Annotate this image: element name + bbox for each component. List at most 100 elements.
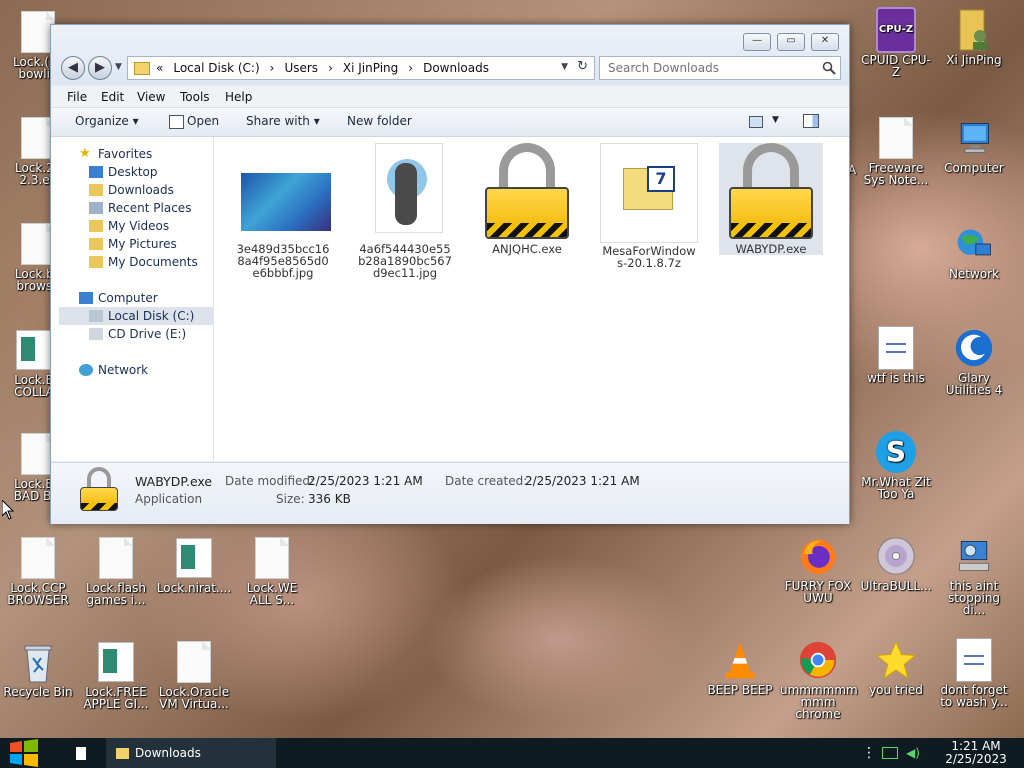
menu-file[interactable]: File <box>67 90 87 104</box>
desktop-icon-lock-ccp-browser[interactable]: Lock.CCP BROWSER <box>0 536 76 606</box>
view-dropdown-icon[interactable]: ▼ <box>772 115 779 125</box>
nav-my-pictures[interactable]: My Pictures <box>51 235 213 253</box>
file-item-anjqhc[interactable]: ANJQHC.exe <box>475 143 579 255</box>
breadcrumb-downloads[interactable]: Downloads <box>423 61 489 75</box>
nav-my-documents[interactable]: My Documents <box>51 253 213 271</box>
desktop-icon-glary[interactable]: Glary Utilities 4 <box>936 326 1012 396</box>
arrow-left-icon: ◀ <box>68 60 78 75</box>
file-icon <box>177 641 211 683</box>
file-name: MesaForWindow s-20.1.8.7z <box>602 244 696 270</box>
menu-help[interactable]: Help <box>225 90 252 104</box>
details-file-type: Application <box>135 492 203 506</box>
explorer-window[interactable]: — ▭ ✕ ◀ ▶ ▼ « Local Disk (C:) › Users › … <box>50 24 850 524</box>
breadcrumb-separator[interactable]: › <box>408 61 413 75</box>
start-button[interactable] <box>8 738 44 768</box>
nav-my-videos[interactable]: My Videos <box>51 217 213 235</box>
forward-button[interactable]: ▶ <box>88 56 112 80</box>
organize-button[interactable]: Organize ▾ <box>75 114 139 128</box>
search-box[interactable] <box>599 56 841 80</box>
desktop-icon-dont-forget[interactable]: dont forget to wash y... <box>936 638 1012 708</box>
nav-favorites[interactable]: ★ Favorites <box>51 145 213 163</box>
desktop-icon-ultrabull[interactable]: UltraBULL... <box>858 534 934 592</box>
desktop-icon-you-tried[interactable]: you tried <box>858 638 934 696</box>
arrow-right-icon: ▶ <box>95 60 105 75</box>
desktop-icon-lock-flash-games[interactable]: Lock.flash games i... <box>78 536 154 606</box>
desktop-icon-lock-oracle-vm[interactable]: Lock.Oracle VM Virtua... <box>156 640 232 710</box>
file-icon <box>879 117 913 159</box>
desktop-icon-recycle-bin[interactable]: Recycle Bin <box>0 640 76 698</box>
change-view-icon[interactable] <box>749 116 763 128</box>
minimize-button[interactable]: — <box>743 33 771 51</box>
nav-favorites-label: Favorites <box>98 147 153 161</box>
star-icon <box>876 640 916 680</box>
desktop-icon-lock-free-apple[interactable]: Lock.FREE APPLE GI... <box>78 640 154 710</box>
search-icon[interactable] <box>822 61 836 75</box>
breadcrumb-separator[interactable]: › <box>270 61 275 75</box>
details-created-label: Date created: <box>445 474 528 488</box>
desktop-icon-this-aint-stopping[interactable]: this aint stopping di... <box>936 534 1012 616</box>
desktop-icon-skype[interactable]: S Mr.What Zit Too Ya <box>858 430 934 500</box>
new-folder-button[interactable]: New folder <box>347 114 412 128</box>
breadcrumb-local-disk[interactable]: Local Disk (C:) <box>173 61 259 75</box>
share-with-button[interactable]: Share with ▾ <box>246 114 320 128</box>
taskbar-pinned-file[interactable] <box>72 738 92 768</box>
desktop-icon-network[interactable]: Network <box>936 222 1012 280</box>
document-icon <box>16 330 52 370</box>
menu-edit[interactable]: Edit <box>101 90 124 104</box>
desktop-icon-chrome[interactable]: ummmmmm mmm chrome <box>780 638 858 720</box>
desktop-icon-wtf-is-this[interactable]: wtf is this <box>858 326 934 384</box>
file-item-mesa[interactable]: 7 MesaForWindow s-20.1.8.7z <box>597 143 701 269</box>
open-button[interactable]: Open <box>187 114 219 128</box>
nav-desktop[interactable]: Desktop <box>51 163 213 181</box>
file-item-jpg-1[interactable]: 3e489d35bcc16 8a4f95e8565d0 e6bbbf.jpg <box>231 143 335 279</box>
desktop-icon-user-folder[interactable]: Xi JinPing <box>936 8 1012 66</box>
tray-network-icon[interactable] <box>882 738 898 768</box>
nav-cd-drive[interactable]: CD Drive (E:) <box>51 325 213 343</box>
nav-network[interactable]: Network <box>51 361 213 379</box>
desktop-icon-vlc[interactable]: BEEP BEEP <box>702 638 778 696</box>
lock-icon <box>80 467 118 511</box>
desktop-icon-cpuz[interactable]: CPU-Z CPUID CPU-Z <box>858 7 934 78</box>
window-titlebar[interactable]: — ▭ ✕ ◀ ▶ ▼ « Local Disk (C:) › Users › … <box>51 25 849 85</box>
desktop-icon-computer[interactable]: Computer <box>936 116 1012 174</box>
file-item-wabydp-selected[interactable]: WABYDP.exe <box>719 143 823 255</box>
nav-downloads[interactable]: Downloads <box>51 181 213 199</box>
nav-computer[interactable]: Computer <box>51 289 213 307</box>
file-list[interactable]: 3e489d35bcc16 8a4f95e8565d0 e6bbbf.jpg 4a6… <box>214 137 849 461</box>
tray-overflow[interactable]: ⋮ <box>862 738 876 768</box>
user-folder-icon <box>959 9 987 51</box>
menu-view[interactable]: View <box>137 90 165 104</box>
desktop-icon-freeware[interactable]: Freeware Sys Note... <box>858 116 934 186</box>
nav-recent-places[interactable]: Recent Places <box>51 199 213 217</box>
taskbar-task-downloads[interactable]: Downloads <box>106 738 276 768</box>
breadcrumb-users[interactable]: Users <box>284 61 318 75</box>
mouse-cursor-icon <box>2 500 14 520</box>
breadcrumb-user[interactable]: Xi JinPing <box>343 61 398 75</box>
cd-drive-icon <box>89 328 103 340</box>
breadcrumb-separator[interactable]: › <box>328 61 333 75</box>
preview-pane-icon[interactable] <box>803 114 819 128</box>
firefox-icon <box>800 539 836 575</box>
network-icon <box>957 229 991 256</box>
back-button[interactable]: ◀ <box>61 56 85 80</box>
desktop-icon-lock-we-all[interactable]: Lock.WE ALL S... <box>234 536 310 606</box>
address-dropdown-icon[interactable]: ▼ <box>561 62 568 72</box>
navigation-pane: ★ Favorites Desktop Downloads Recent Pla… <box>51 137 214 461</box>
breadcrumb-overflow[interactable]: « <box>156 61 163 75</box>
nav-network-label: Network <box>98 363 149 377</box>
desktop-icon-firefox[interactable]: FURRY FOX UWU <box>780 534 856 604</box>
address-bar[interactable]: « Local Disk (C:) › Users › Xi JinPing ›… <box>127 56 595 80</box>
maximize-button[interactable]: ▭ <box>777 33 805 51</box>
recent-locations-chevron-icon[interactable]: ▼ <box>115 62 122 72</box>
menu-tools[interactable]: Tools <box>180 90 210 104</box>
lock-icon <box>729 143 813 239</box>
tray-volume-icon[interactable]: ◀) <box>906 738 920 768</box>
refresh-icon[interactable]: ↻ <box>577 59 588 74</box>
search-input[interactable] <box>606 58 820 78</box>
tray-clock[interactable]: 1:21 AM 2/25/2023 <box>934 738 1018 768</box>
nav-local-disk[interactable]: Local Disk (C:) <box>59 307 213 325</box>
file-item-jpg-2[interactable]: 4a6f544430e55 b28a1890bc567 d9ec11.jpg <box>353 143 457 279</box>
vlc-cone-icon <box>725 641 755 679</box>
desktop-icon-lock-nirat[interactable]: Lock.nirat.... <box>156 536 232 594</box>
close-button[interactable]: ✕ <box>811 33 839 51</box>
